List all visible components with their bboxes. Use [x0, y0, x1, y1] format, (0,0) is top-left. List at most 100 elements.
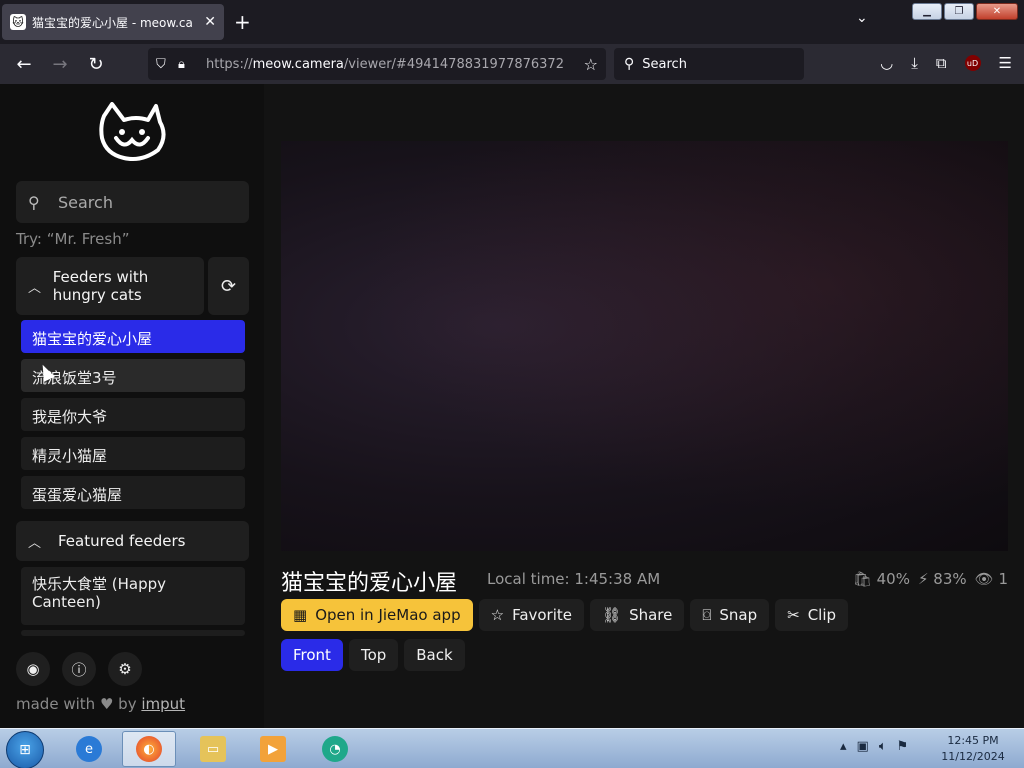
- clock-date: 11/12/2024: [941, 750, 1005, 763]
- system-clock[interactable]: 12:45 PM 11/12/2024: [940, 733, 1006, 765]
- group-hungry-cats[interactable]: ︿ Feeders with hungry cats: [16, 257, 204, 315]
- media-player-icon: ▶: [260, 736, 286, 762]
- shield-icon[interactable]: ⛉: [156, 57, 178, 72]
- minimize-button[interactable]: ▁: [912, 3, 942, 20]
- chevron-up-icon: ︿: [28, 280, 42, 296]
- browser-tab-bar: 🐱 猫宝宝的爱心小屋 - meow.camera ✕ + ⌄ ▁ ❐ ✕: [0, 0, 1024, 44]
- open-app-button[interactable]: ▦ Open in JieMao app: [281, 599, 473, 631]
- link-icon: ⛓︎: [602, 606, 622, 624]
- feeder-item-partial[interactable]: [21, 630, 245, 636]
- bookmark-star-icon[interactable]: ☆: [584, 55, 598, 74]
- viewer-count: 👁︎ 1: [975, 570, 1008, 588]
- clip-label: Clip: [807, 606, 837, 624]
- chevron-up-icon: ︿: [28, 535, 42, 551]
- share-button[interactable]: ⛓︎ Share: [590, 599, 685, 631]
- show-hidden-icons-icon[interactable]: ▴: [840, 739, 847, 754]
- camera-video-feed[interactable]: [281, 141, 1008, 551]
- menu-icon[interactable]: ☰: [999, 54, 1012, 72]
- credit-by: by: [118, 695, 137, 713]
- settings-gear-icon[interactable]: ⚙: [108, 652, 142, 686]
- camera-selector: Front Top Back: [281, 639, 465, 671]
- taskbar-app[interactable]: ◔: [308, 731, 362, 767]
- extensions-icon[interactable]: ⧉: [936, 54, 947, 72]
- browser-tab[interactable]: 🐱 猫宝宝的爱心小屋 - meow.camera ✕: [2, 4, 224, 40]
- restore-button[interactable]: ❐: [944, 3, 974, 20]
- author-link[interactable]: imput: [141, 695, 185, 713]
- pocket-icon[interactable]: ◡: [880, 54, 893, 72]
- favorite-button[interactable]: ☆ Favorite: [478, 599, 585, 631]
- camera-front-button[interactable]: Front: [281, 639, 343, 671]
- search-hint: Try: “Mr. Fresh”: [16, 230, 130, 248]
- local-time: Local time: 1:45:38 AM: [487, 570, 661, 588]
- snap-button[interactable]: ⌼ Snap: [690, 599, 770, 631]
- url-scheme: https://: [206, 56, 253, 72]
- star-icon: ☆: [490, 606, 505, 624]
- camera-top-button[interactable]: Top: [348, 639, 399, 671]
- feeder-item[interactable]: 精灵小猫屋: [21, 437, 245, 470]
- forward-arrow-icon[interactable]: →: [48, 52, 72, 76]
- tab-list-button[interactable]: ⌄: [856, 10, 868, 26]
- ublock-icon[interactable]: uD: [964, 55, 981, 71]
- made-with-credit: made with ♥ by imput: [16, 695, 185, 713]
- feeder-search-input[interactable]: ⚲ Search: [16, 181, 249, 223]
- toolbar-right-icons: ◡ ⤓ ⧉ uD ☰: [880, 54, 1012, 72]
- browser-toolbar: ← → ↻ ⛉ 🔒︎ https://meow.camera/viewer/#4…: [0, 44, 1024, 84]
- food-level-value: 40%: [876, 570, 910, 588]
- meow-camera-logo-icon[interactable]: [98, 102, 168, 164]
- network-icon[interactable]: ▣: [857, 739, 869, 754]
- system-tray: ▴ ▣ 🔈︎ ⚑: [840, 739, 908, 754]
- taskbar-explorer[interactable]: ▭: [186, 731, 240, 767]
- group-featured[interactable]: ︿ Featured feeders: [16, 521, 249, 561]
- heart-icon: ♥: [99, 695, 114, 713]
- clip-button[interactable]: ✂ Clip: [775, 599, 849, 631]
- address-bar[interactable]: ⛉ 🔒︎ https://meow.camera/viewer/#4941478…: [148, 48, 606, 80]
- refresh-icon: ⟳: [220, 275, 237, 297]
- browser-search-bar[interactable]: ⚲ Search: [614, 48, 804, 80]
- taskbar-ie[interactable]: e: [62, 731, 116, 767]
- window-controls: ▁ ❐ ✕: [912, 3, 1018, 20]
- window-close-button[interactable]: ✕: [976, 3, 1018, 20]
- cat-favicon-icon: 🐱: [10, 14, 26, 30]
- reload-icon[interactable]: ↻: [84, 52, 108, 76]
- page-content: ⚲ Search Try: “Mr. Fresh” ︿ Feeders with…: [0, 84, 1024, 728]
- search-icon: ⚲: [28, 192, 40, 212]
- clock-time: 12:45 PM: [947, 734, 999, 747]
- snap-label: Snap: [719, 606, 758, 624]
- feeder-search-placeholder: Search: [58, 192, 113, 212]
- info-icon[interactable]: ⓘ: [62, 652, 96, 686]
- feeder-item[interactable]: 快乐大食堂 (Happy Canteen): [21, 567, 245, 625]
- camera-back-button[interactable]: Back: [404, 639, 465, 671]
- download-icon[interactable]: ⤓: [911, 54, 918, 72]
- action-center-flag-icon[interactable]: ⚑: [897, 739, 909, 754]
- feeder-title: 猫宝宝的爱心小屋: [281, 571, 458, 596]
- folder-icon: ▭: [200, 736, 226, 762]
- taskbar-firefox[interactable]: ◐: [122, 731, 176, 767]
- lock-icon[interactable]: 🔒︎: [178, 57, 200, 72]
- volume-muted-icon[interactable]: 🔈︎: [879, 739, 887, 754]
- windows-taskbar: ⊞ e ◐ ▭ ▶ ◔ ▴ ▣ 🔈︎ ⚑ 12:45 PM 11/12/2024: [0, 728, 1024, 768]
- sidebar: ⚲ Search Try: “Mr. Fresh” ︿ Feeders with…: [0, 84, 264, 728]
- battery-icon: ⚡︎: [917, 570, 929, 588]
- qr-code-icon: ▦: [293, 606, 308, 624]
- tab-close-icon[interactable]: ✕: [204, 14, 216, 30]
- browser-search-placeholder: Search: [642, 56, 687, 72]
- feeder-stats: 🛍︎ 40% ⚡︎ 83% 👁︎ 1: [853, 570, 1008, 588]
- food-bag-icon: 🛍︎: [852, 570, 872, 588]
- refresh-button[interactable]: ⟳: [208, 257, 249, 315]
- url-host: meow.camera: [252, 56, 344, 72]
- credit-text: made with: [16, 695, 96, 713]
- new-tab-button[interactable]: +: [234, 10, 251, 34]
- search-icon: ⚲: [624, 56, 635, 72]
- url-text[interactable]: https://meow.camera/viewer/#494147883197…: [206, 57, 584, 72]
- feeder-item[interactable]: 蛋蛋爱心猫屋: [21, 476, 245, 509]
- start-button[interactable]: ⊞: [6, 731, 44, 768]
- group-label: Feeders with hungry cats: [52, 268, 149, 304]
- firefox-icon: ◐: [136, 736, 162, 762]
- feeder-item[interactable]: 我是你大爷: [21, 398, 245, 431]
- tab-title: 猫宝宝的爱心小屋 - meow.camera: [32, 15, 192, 30]
- discord-icon[interactable]: ◉: [16, 652, 50, 686]
- feeder-item[interactable]: 猫宝宝的爱心小屋: [21, 320, 245, 353]
- back-arrow-icon[interactable]: ←: [12, 52, 36, 76]
- battery-level: ⚡︎ 83%: [918, 570, 967, 588]
- taskbar-media-player[interactable]: ▶: [246, 731, 300, 767]
